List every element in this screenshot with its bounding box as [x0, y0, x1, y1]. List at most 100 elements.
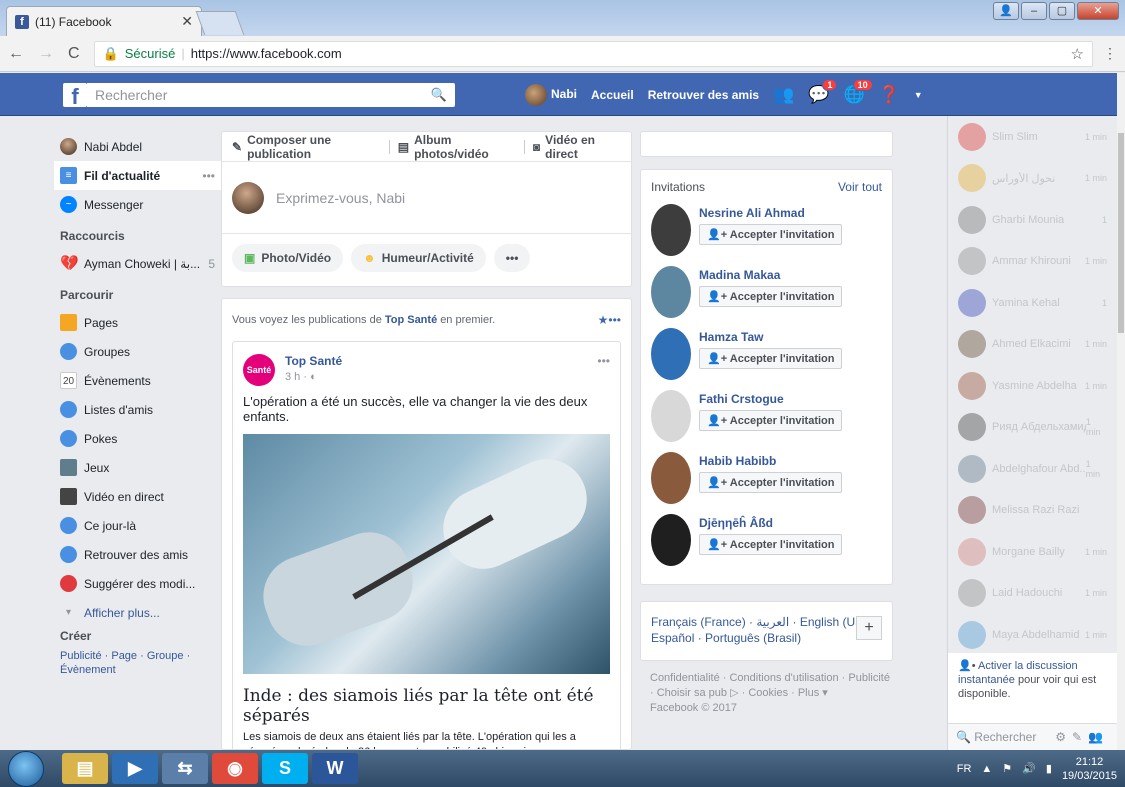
more-options-icon[interactable]: •••	[202, 169, 215, 183]
reload-icon[interactable]: C	[68, 45, 80, 63]
facebook-search-input[interactable]: Rechercher 🔍	[87, 83, 455, 107]
sidebar-item-games[interactable]: Jeux	[60, 453, 215, 482]
maximize-button[interactable]: ▢	[1049, 2, 1075, 20]
media-player-icon[interactable]: ▶	[112, 753, 158, 784]
sidebar-item-find-friends[interactable]: Retrouver des amis	[60, 540, 215, 569]
network-icon[interactable]: ⇆	[162, 753, 208, 784]
post-image[interactable]	[243, 434, 610, 674]
sidebar-item-profile[interactable]: Nabi Abdel	[60, 132, 215, 161]
chat-contact[interactable]: Maya Abdelhamid 1 min	[948, 614, 1117, 656]
minimize-button[interactable]: –	[1021, 2, 1047, 20]
avatar[interactable]	[651, 266, 691, 318]
word-icon[interactable]: W	[312, 753, 358, 784]
avatar[interactable]	[651, 204, 691, 256]
accept-invitation-button[interactable]: 👤+ Accepter l'invitation	[699, 472, 843, 493]
right-search-box[interactable]	[640, 131, 893, 157]
chrome-icon[interactable]: ◉	[212, 753, 258, 784]
sidebar-item-messenger[interactable]: ~ Messenger	[60, 190, 215, 219]
help-icon[interactable]: ❓	[879, 85, 900, 105]
chat-contact[interactable]: Morgane Bailly 1 min	[948, 531, 1117, 573]
sidebar-item-news-feed[interactable]: ≡ Fil d'actualité •••	[54, 161, 221, 190]
chat-contact[interactable]: Ahmed Elkacimi 1 min	[948, 324, 1117, 366]
chat-contact[interactable]: Laid Hadouchi 1 min	[948, 573, 1117, 615]
clock[interactable]: 21:12 19/03/2015	[1062, 755, 1117, 783]
inviter-name[interactable]: Djēηηēĥ Âßd	[699, 516, 842, 530]
page-logo[interactable]: Santé	[243, 354, 275, 386]
sidebar-item-live-video[interactable]: Vidéo en direct	[60, 482, 215, 511]
post-options-icon[interactable]: •••	[597, 354, 610, 386]
bookmark-star-icon[interactable]: ☆	[1071, 45, 1084, 63]
file-explorer-icon[interactable]: ▤	[62, 753, 108, 784]
home-link[interactable]: Accueil	[591, 88, 634, 102]
post-page-name[interactable]: Top Santé	[285, 354, 342, 368]
composer-input-area[interactable]: Exprimez-vous, Nabi	[222, 162, 631, 234]
sidebar-item-on-this-day[interactable]: Ce jour-là	[60, 511, 215, 540]
language-indicator[interactable]: FR	[957, 763, 972, 775]
inviter-name[interactable]: Habib Habibb	[699, 454, 842, 468]
search-icon[interactable]: 🔍	[431, 87, 447, 103]
chat-settings-icons[interactable]: ⚙✎👥	[1055, 730, 1109, 744]
sidebar-item-shortcut[interactable]: 💔 Ayman Choweki | ﺑﺔ... 5	[60, 249, 215, 278]
chat-contact[interactable]: Рияд Абдельхамид 1 min	[948, 407, 1117, 449]
chat-contact[interactable]: Slim Slim 1 min	[948, 116, 1117, 158]
chat-contact[interactable]: Gharbi Mounia 1	[948, 199, 1117, 241]
chat-contact[interactable]: Yamina Kehal 1	[948, 282, 1117, 324]
chat-contact[interactable]: Ammar Khirouni 1 min	[948, 241, 1117, 283]
tab-album[interactable]: Album photos/vidéo	[414, 133, 516, 161]
chat-contact[interactable]: Abdelghafour Abd... 1 min	[948, 448, 1117, 490]
sidebar-item-poke[interactable]: Pokes	[60, 424, 215, 453]
browser-menu-icon[interactable]: ⋮	[1103, 45, 1117, 62]
feeling-activity-button[interactable]: ☻ Humeur/Activité	[351, 244, 486, 272]
chat-contact[interactable]: نحول الأوراس 1 min	[948, 158, 1117, 200]
tray-expand-icon[interactable]: ▲	[981, 763, 992, 775]
user-icon[interactable]: 👤	[993, 2, 1019, 20]
add-language-button[interactable]: +	[856, 616, 882, 640]
notifications-icon[interactable]: 🌐 10	[843, 79, 873, 105]
tab-live-video[interactable]: Vidéo en direct	[545, 133, 621, 161]
close-window-button[interactable]: ✕	[1077, 2, 1119, 20]
tray-apps-icon[interactable]: ⚑	[1002, 762, 1012, 775]
accept-invitation-button[interactable]: 👤+ Accepter l'invitation	[699, 534, 843, 555]
avatar[interactable]	[651, 390, 691, 442]
avatar[interactable]	[651, 328, 691, 380]
accept-invitation-button[interactable]: 👤+ Accepter l'invitation	[699, 348, 843, 369]
browser-tab[interactable]: f (11) Facebook ✕	[6, 6, 202, 36]
language-links[interactable]: Français (France) · العربية · English (U…	[651, 615, 875, 645]
profile-link[interactable]: Nabi	[525, 84, 577, 106]
more-composer-options-button[interactable]: •••	[493, 244, 531, 272]
avatar[interactable]	[651, 514, 691, 566]
photo-video-button[interactable]: ▣ Photo/Vidéo	[232, 244, 344, 272]
new-tab-button[interactable]	[195, 11, 245, 35]
sidebar-item-friends-list[interactable]: Listes d'amis	[60, 395, 215, 424]
see-first-star-icon[interactable]: ★•••	[598, 313, 621, 327]
inviter-name[interactable]: Nesrine Ali Ahmad	[699, 206, 842, 220]
sidebar-item-calendar[interactable]: 20 Évènements	[60, 366, 215, 395]
signal-icon[interactable]: ▮	[1046, 762, 1052, 775]
page-scrollbar[interactable]	[1117, 73, 1125, 750]
chat-search-input[interactable]: 🔍 Rechercher ⚙✎👥	[948, 723, 1117, 750]
sidebar-item-groups[interactable]: Groupes	[60, 337, 215, 366]
show-more-link[interactable]: ▾ Afficher plus...	[60, 598, 215, 627]
chat-contact[interactable]: Melissa Razi Razi	[948, 490, 1117, 532]
accept-invitation-button[interactable]: 👤+ Accepter l'invitation	[699, 224, 843, 245]
volume-icon[interactable]: 🔊	[1022, 762, 1036, 775]
accept-invitation-button[interactable]: 👤+ Accepter l'invitation	[699, 286, 843, 307]
accept-invitation-button[interactable]: 👤+ Accepter l'invitation	[699, 410, 843, 431]
inviter-name[interactable]: Madina Makaa	[699, 268, 842, 282]
close-tab-icon[interactable]: ✕	[181, 13, 193, 30]
start-button[interactable]	[8, 751, 44, 787]
footer-links[interactable]: Confidentialité · Conditions d'utilisati…	[650, 671, 893, 701]
find-friends-link[interactable]: Retrouver des amis	[648, 88, 759, 102]
tab-compose[interactable]: Composer une publication	[247, 133, 381, 161]
see-all-link[interactable]: Voir tout	[838, 180, 882, 194]
link-title[interactable]: Inde : des siamois liés par la tête ont …	[233, 674, 620, 730]
sidebar-item-flag[interactable]: Pages	[60, 308, 215, 337]
url-field[interactable]: 🔒 Sécurisé | https://www.facebook.com ☆	[93, 40, 1093, 67]
back-icon[interactable]: ←	[8, 45, 24, 63]
inviter-name[interactable]: Fathi Crstogue	[699, 392, 842, 406]
create-links[interactable]: Publicité · Page · Groupe · Évènement	[60, 649, 215, 677]
post-timestamp[interactable]: 3 h · ◐	[285, 371, 342, 383]
inviter-name[interactable]: Hamza Taw	[699, 330, 842, 344]
avatar[interactable]	[651, 452, 691, 504]
sidebar-item-location-pin[interactable]: Suggérer des modi...	[60, 569, 215, 598]
